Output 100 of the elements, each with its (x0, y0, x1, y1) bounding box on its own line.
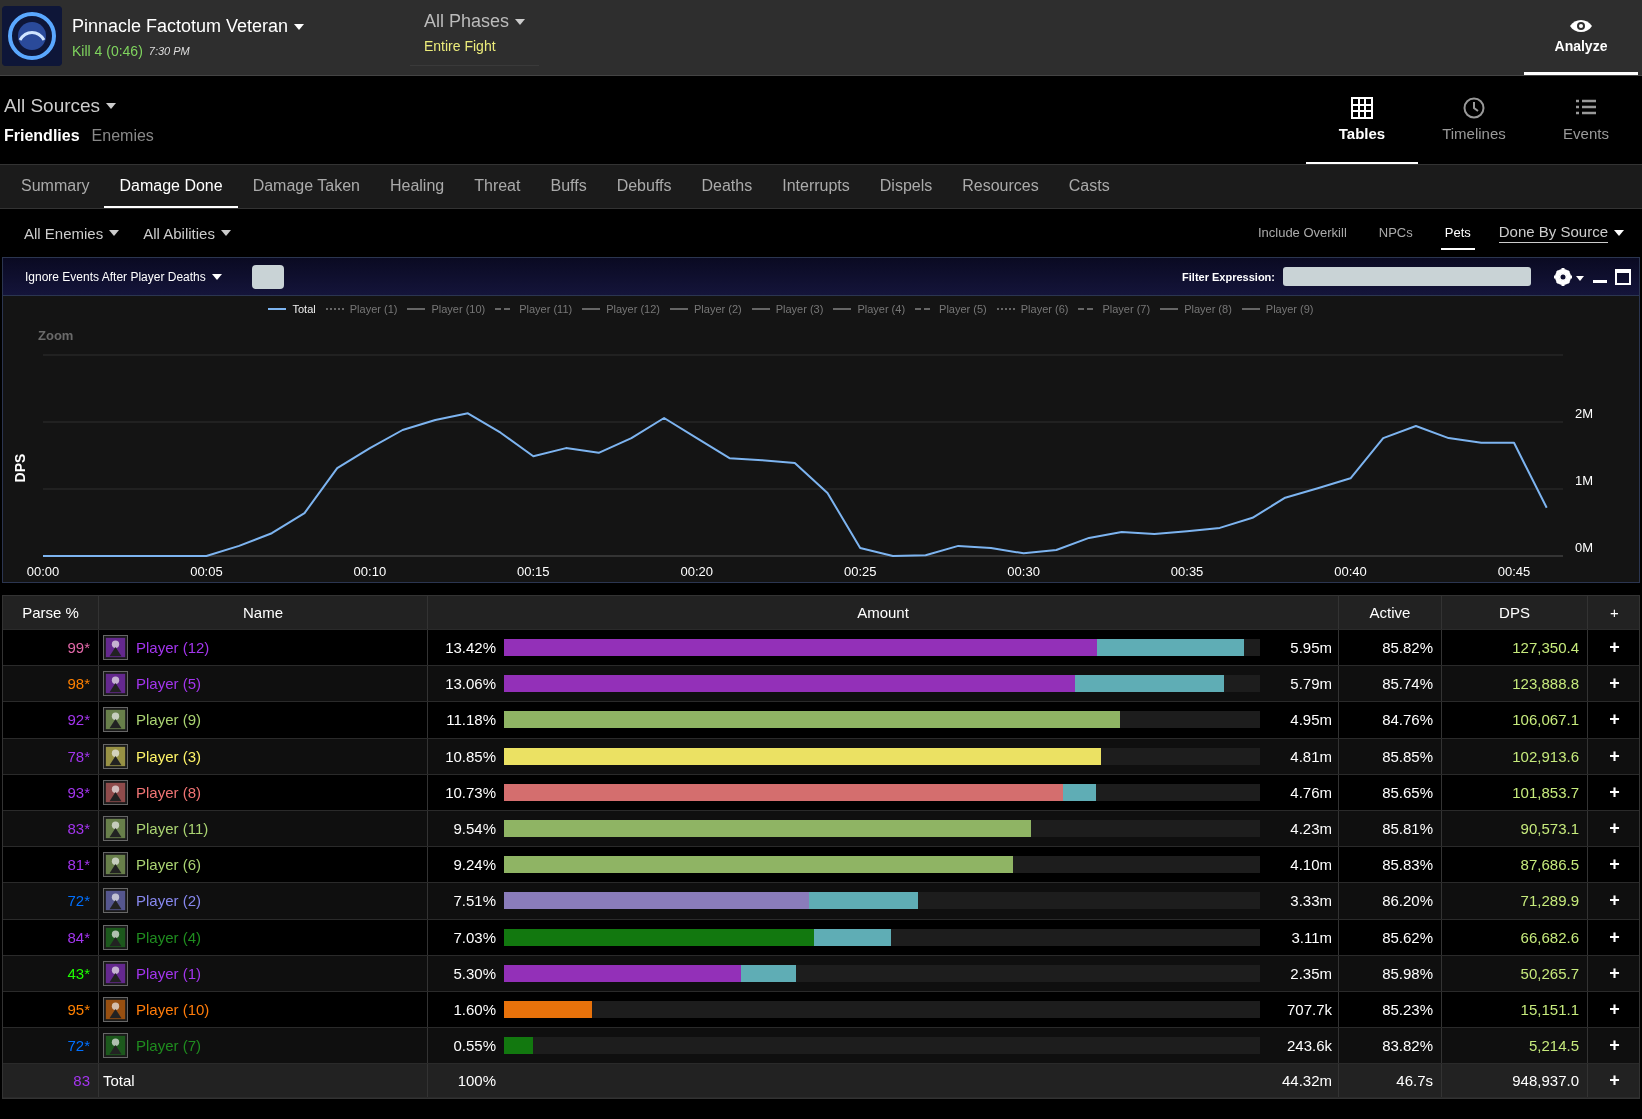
report-tab[interactable]: Damage Done (104, 165, 238, 208)
legend-item[interactable]: Player (11) (495, 300, 573, 318)
player-name-link[interactable]: Player (4) (136, 928, 202, 946)
x-axis-label: 00:25 (843, 564, 877, 579)
player-name-link[interactable]: Player (5) (136, 675, 202, 693)
report-tab[interactable]: Healing (374, 165, 460, 208)
percent-value: 7.51% (452, 892, 496, 910)
expand-button[interactable]: + (1588, 883, 1641, 919)
report-tab[interactable]: Deaths (686, 165, 768, 208)
expand-button[interactable]: + (1588, 630, 1641, 666)
parse-value: 92* (67, 711, 90, 729)
legend-line-icon (670, 307, 688, 311)
settings-button[interactable] (1553, 266, 1585, 287)
filter-toggle[interactable]: Pets (1440, 216, 1475, 250)
amount-value: 5.79m (1289, 675, 1332, 693)
percent-value: 100% (456, 1072, 496, 1090)
player-name-link[interactable]: Player (12) (136, 639, 210, 657)
expand-button[interactable]: + (1588, 738, 1641, 774)
deaths-dropdown[interactable]: Ignore Events After Player Deaths (25, 269, 222, 284)
column-header[interactable]: + (1588, 596, 1641, 629)
x-axis-label: 00:00 (26, 564, 60, 579)
expand-button[interactable]: + (1588, 666, 1641, 702)
report-tab[interactable]: Casts (1053, 165, 1125, 208)
legend-item[interactable]: Player (6) (996, 300, 1069, 318)
player-name-link[interactable]: Player (10) (136, 1000, 210, 1018)
player-name-link[interactable]: Player (1) (136, 964, 202, 982)
amount-value: 4.10m (1289, 856, 1332, 874)
phase-dropdown[interactable]: All Phases (424, 11, 526, 32)
player-name-link[interactable]: Player (8) (136, 783, 202, 801)
encounter-dropdown[interactable]: Pinnacle Factotum Veteran (72, 16, 305, 37)
toggle-switch[interactable] (251, 264, 284, 289)
player-name-link[interactable]: Player (3) (136, 747, 202, 765)
x-axis-label: 00:30 (1007, 564, 1040, 579)
percent-value: 10.85% (444, 747, 496, 765)
parse-value: 99* (67, 639, 90, 657)
x-axis-label: 00:05 (190, 564, 223, 579)
parse-value: 83 (73, 1072, 90, 1090)
filter-dropdown[interactable]: All Abilities (143, 224, 231, 242)
amount-value: 4.23m (1289, 820, 1332, 838)
expand-button[interactable]: + (1588, 702, 1641, 738)
total-label: Total (103, 1072, 135, 1090)
analyze-button[interactable]: Analyze (1524, 0, 1638, 75)
player-name-link[interactable]: Player (6) (136, 856, 202, 874)
report-tab[interactable]: Dispels (864, 165, 948, 208)
expand-button[interactable]: + (1588, 810, 1641, 847)
legend-item[interactable]: Player (1) (325, 300, 398, 318)
legend-item[interactable]: Player (10) (407, 300, 486, 318)
report-tab[interactable]: Threat (459, 165, 536, 208)
legend-item[interactable]: Player (8) (1160, 300, 1232, 318)
x-axis-label: 00:10 (353, 564, 387, 579)
legend-item[interactable]: Player (2) (670, 300, 742, 318)
spec-icon (103, 635, 128, 661)
report-tab[interactable]: Interrupts (767, 165, 865, 208)
expand-button[interactable]: + (1588, 1028, 1641, 1064)
player-name-link[interactable]: Player (2) (136, 892, 202, 910)
filter-input-field[interactable] (1283, 267, 1531, 286)
source-mode-dropdown[interactable]: Done By Source (1498, 223, 1624, 243)
player-name-link[interactable]: Player (9) (136, 711, 202, 729)
percent-value: 11.18% (445, 711, 496, 729)
column-header: Name (99, 596, 428, 629)
report-tab[interactable]: Debuffs (601, 165, 687, 208)
filter-toggle[interactable]: NPCs (1374, 216, 1417, 250)
expand-button[interactable]: + (1588, 774, 1641, 810)
kill-time: 7:30 PM (148, 45, 190, 57)
spec-icon (103, 1033, 128, 1059)
legend-item[interactable]: Player (7) (1078, 300, 1151, 318)
expand-button[interactable]: + (1588, 847, 1641, 883)
expand-button[interactable]: + (1588, 991, 1641, 1028)
legend-item[interactable]: Player (9) (1241, 300, 1314, 318)
parse-value: 83* (67, 820, 90, 838)
legend-item[interactable]: Player (5) (915, 300, 987, 318)
spec-icon (103, 743, 128, 769)
legend-line-icon (407, 307, 426, 311)
view-tab[interactable]: Timelines (1418, 76, 1530, 164)
parse-value: 95* (67, 1000, 90, 1018)
legend-item[interactable]: Player (12) (582, 300, 660, 318)
filter-dropdown[interactable]: All Enemies (24, 224, 120, 242)
report-tab[interactable]: Buffs (535, 165, 602, 208)
legend-item[interactable]: Player (4) (833, 300, 906, 318)
expand-button[interactable]: + (1588, 955, 1641, 991)
expand-button[interactable]: + (1588, 919, 1641, 955)
legend-line-icon (268, 307, 287, 311)
view-tab[interactable]: Events (1530, 76, 1642, 164)
legend-item[interactable]: Total (268, 300, 316, 318)
player-name-link[interactable]: Player (11) (136, 820, 209, 838)
caret-icon (1614, 230, 1624, 236)
source-filter-tab[interactable]: Friendlies (4, 127, 80, 145)
filter-toggle[interactable]: Include Overkill (1253, 216, 1351, 250)
percent-value: 0.55% (452, 1037, 496, 1055)
legend-line-icon (751, 307, 770, 311)
report-tab[interactable]: Resources (947, 165, 1054, 208)
sources-dropdown[interactable]: All Sources (4, 95, 160, 117)
report-tab[interactable]: Damage Taken (237, 165, 375, 208)
legend-item[interactable]: Player (3) (751, 300, 824, 318)
player-name-link[interactable]: Player (7) (136, 1037, 202, 1055)
expand-button[interactable]: + (1588, 1064, 1641, 1098)
source-filter-tab[interactable]: Enemies (91, 127, 154, 145)
maximize-button[interactable] (1615, 268, 1631, 285)
report-tab[interactable]: Summary (6, 165, 105, 208)
x-axis-label: 00:35 (1170, 564, 1204, 579)
